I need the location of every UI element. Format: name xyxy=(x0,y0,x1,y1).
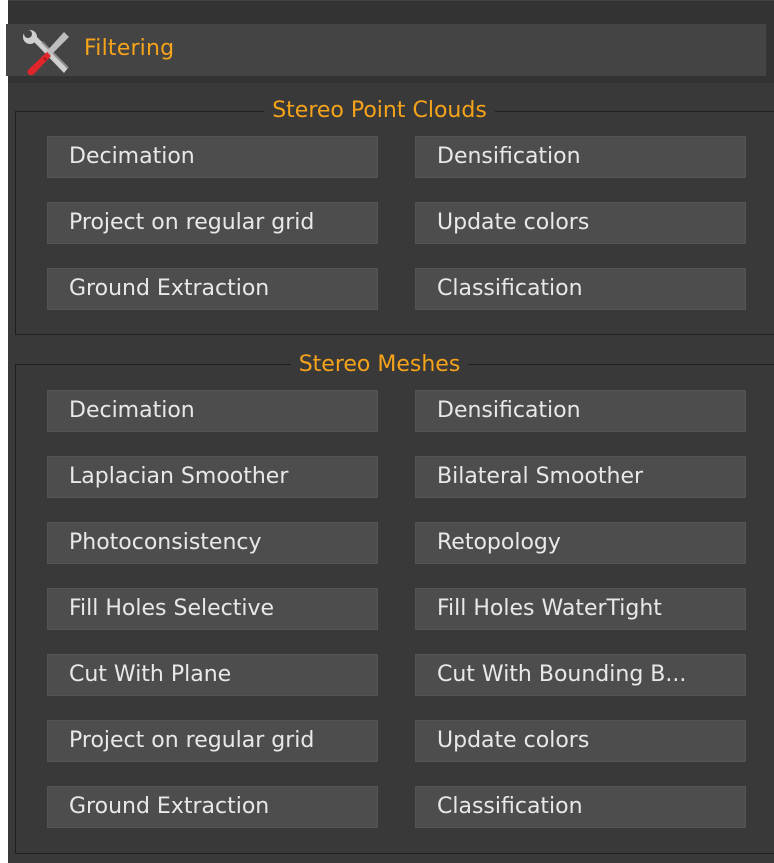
meshes-update-colors-button[interactable]: Update colors xyxy=(415,720,746,762)
point-clouds-project-grid-button[interactable]: Project on regular grid xyxy=(47,202,378,244)
meshes-project-grid-button[interactable]: Project on regular grid xyxy=(47,720,378,762)
meshes-classification-button[interactable]: Classification xyxy=(415,786,746,828)
meshes-fill-holes-selective-button[interactable]: Fill Holes Selective xyxy=(47,588,378,630)
meshes-densification-button[interactable]: Densification xyxy=(415,390,746,432)
meshes-retopology-button[interactable]: Retopology xyxy=(415,522,746,564)
tools-icon xyxy=(23,30,69,76)
point-clouds-ground-extraction-button[interactable]: Ground Extraction xyxy=(47,268,378,310)
meshes-fill-holes-watertight-button[interactable]: Fill Holes WaterTight xyxy=(415,588,746,630)
point-clouds-densification-button[interactable]: Densification xyxy=(415,136,746,178)
stereo-meshes-title: Stereo Meshes xyxy=(290,352,469,377)
meshes-laplacian-smoother-button[interactable]: Laplacian Smoother xyxy=(47,456,378,498)
meshes-ground-extraction-button[interactable]: Ground Extraction xyxy=(47,786,378,828)
point-clouds-decimation-button[interactable]: Decimation xyxy=(47,136,378,178)
meshes-cut-with-plane-button[interactable]: Cut With Plane xyxy=(47,654,378,696)
point-clouds-update-colors-button[interactable]: Update colors xyxy=(415,202,746,244)
meshes-cut-with-bounding-box-button[interactable]: Cut With Bounding B... xyxy=(415,654,746,696)
meshes-photoconsistency-button[interactable]: Photoconsistency xyxy=(47,522,378,564)
meshes-decimation-button[interactable]: Decimation xyxy=(47,390,378,432)
point-clouds-classification-button[interactable]: Classification xyxy=(415,268,746,310)
panel-title: Filtering xyxy=(84,36,175,61)
meshes-bilateral-smoother-button[interactable]: Bilateral Smoother xyxy=(415,456,746,498)
stereo-point-clouds-title: Stereo Point Clouds xyxy=(264,98,495,123)
